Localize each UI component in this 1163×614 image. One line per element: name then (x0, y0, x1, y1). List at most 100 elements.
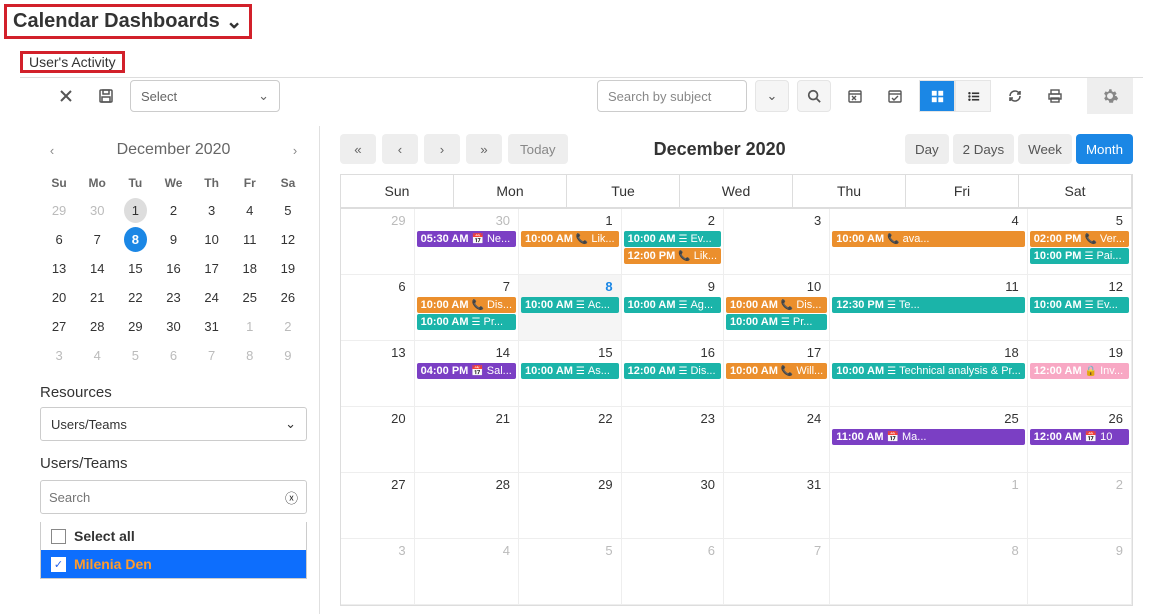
calendar-event[interactable]: 10:00 AM☰Technical analysis & Pr... (832, 363, 1025, 379)
resources-dropdown[interactable]: Users/Teams ⌄ (40, 407, 307, 441)
cal-prev-button[interactable]: ‹ (382, 134, 418, 164)
mini-day-cell[interactable]: 7 (78, 225, 116, 254)
calendar-cell[interactable]: 30 (622, 473, 724, 539)
calendar-event[interactable]: 12:00 AM🔒Inv... (1030, 363, 1129, 379)
calendar-cell[interactable]: 210:00 AM☰Ev...12:00 PM📞Lik... (622, 209, 724, 275)
mini-day-cell[interactable]: 5 (269, 196, 307, 225)
mini-day-cell[interactable]: 25 (231, 283, 269, 312)
select-all-row[interactable]: Select all (41, 522, 306, 550)
calendar-cell[interactable]: 6 (341, 275, 415, 341)
mini-day-cell[interactable]: 24 (193, 283, 231, 312)
select-all-checkbox[interactable] (51, 529, 66, 544)
search-dropdown-button[interactable]: ⌄ (755, 80, 789, 112)
calendar-cell[interactable]: 1810:00 AM☰Technical analysis & Pr... (830, 341, 1028, 407)
mini-day-cell[interactable]: 3 (40, 341, 78, 370)
mini-day-cell[interactable]: 9 (154, 225, 192, 254)
calendar-event[interactable]: 10:00 AM📞Will... (726, 363, 827, 379)
calendar-event[interactable]: 10:00 PM☰Pai... (1030, 248, 1129, 264)
calendar-event[interactable]: 10:00 AM☰Pr... (726, 314, 827, 330)
calendar-cell[interactable]: 21 (415, 407, 519, 473)
calendar-cell[interactable]: 2612:00 AM📅10 (1028, 407, 1132, 473)
calendar-cell[interactable]: 810:00 AM☰Ac... (519, 275, 622, 341)
calendar-cell[interactable]: 1510:00 AM☰As... (519, 341, 622, 407)
mini-day-cell[interactable]: 4 (78, 341, 116, 370)
calendar-cell[interactable]: 1210:00 AM☰Ev... (1028, 275, 1132, 341)
mini-day-cell[interactable]: 8 (116, 225, 154, 254)
mini-day-cell[interactable]: 3 (193, 196, 231, 225)
calendar-event[interactable]: 02:00 PM📞Ver... (1030, 231, 1129, 247)
view-2-days-button[interactable]: 2 Days (953, 134, 1014, 164)
mini-day-cell[interactable]: 14 (78, 254, 116, 283)
calendar-cell[interactable]: 8 (830, 539, 1028, 605)
settings-button[interactable] (1087, 78, 1133, 114)
calendar-remove-icon[interactable] (839, 80, 871, 112)
calendar-cell[interactable]: 1612:00 AM☰Dis... (622, 341, 724, 407)
calendar-cell[interactable]: 3 (341, 539, 415, 605)
filter-select[interactable]: Select ⌄ (130, 80, 280, 112)
mini-next-button[interactable]: › (283, 138, 307, 162)
calendar-cell[interactable]: 502:00 PM📞Ver...10:00 PM☰Pai... (1028, 209, 1132, 275)
calendar-cell[interactable]: 2 (1028, 473, 1132, 539)
mini-day-cell[interactable]: 29 (116, 312, 154, 341)
calendar-cell[interactable]: 4 (415, 539, 519, 605)
calendar-event[interactable]: 10:00 AM☰Pr... (417, 314, 516, 330)
mini-day-cell[interactable]: 29 (40, 196, 78, 225)
search-button[interactable] (797, 80, 831, 112)
calendar-cell[interactable]: 1112:30 PM☰Te... (830, 275, 1028, 341)
mini-day-cell[interactable]: 8 (231, 341, 269, 370)
calendar-event[interactable]: 10:00 AM☰Ev... (624, 231, 721, 247)
mini-day-cell[interactable]: 18 (231, 254, 269, 283)
mini-day-cell[interactable]: 1 (231, 312, 269, 341)
calendar-cell[interactable]: 31 (724, 473, 830, 539)
calendar-event[interactable]: 12:30 PM☰Te... (832, 297, 1025, 313)
calendar-event[interactable]: 10:00 AM☰Ag... (624, 297, 721, 313)
mini-day-cell[interactable]: 17 (193, 254, 231, 283)
mini-day-cell[interactable]: 2 (269, 312, 307, 341)
mini-day-cell[interactable]: 16 (154, 254, 192, 283)
calendar-cell[interactable]: 23 (622, 407, 724, 473)
mini-day-cell[interactable]: 28 (78, 312, 116, 341)
mini-day-cell[interactable]: 5 (116, 341, 154, 370)
page-title[interactable]: Calendar Dashboards ⌄ (13, 9, 243, 34)
user-checkbox[interactable]: ✓ (51, 557, 66, 572)
view-day-button[interactable]: Day (905, 134, 949, 164)
calendar-cell[interactable]: 22 (519, 407, 622, 473)
users-search-field[interactable] (49, 490, 285, 505)
active-tab[interactable]: User's Activity (29, 54, 116, 70)
mini-day-cell[interactable]: 22 (116, 283, 154, 312)
calendar-cell[interactable]: 9 (1028, 539, 1132, 605)
view-month-button[interactable]: Month (1076, 134, 1133, 164)
mini-day-cell[interactable]: 30 (154, 312, 192, 341)
calendar-cell[interactable]: 910:00 AM☰Ag... (622, 275, 724, 341)
calendar-cell[interactable]: 1 (830, 473, 1028, 539)
calendar-check-icon[interactable] (879, 80, 911, 112)
mini-day-cell[interactable]: 23 (154, 283, 192, 312)
calendar-event[interactable]: 10:00 AM📞ava... (832, 231, 1025, 247)
calendar-event[interactable]: 10:00 AM☰As... (521, 363, 619, 379)
view-week-button[interactable]: Week (1018, 134, 1072, 164)
calendar-cell[interactable]: 110:00 AM📞Lik... (519, 209, 622, 275)
mini-day-cell[interactable]: 30 (78, 196, 116, 225)
calendar-cell[interactable]: 20 (341, 407, 415, 473)
mini-day-cell[interactable]: 13 (40, 254, 78, 283)
mini-day-cell[interactable]: 27 (40, 312, 78, 341)
calendar-cell[interactable]: 27 (341, 473, 415, 539)
calendar-cell[interactable]: 1710:00 AM📞Will... (724, 341, 830, 407)
mini-day-cell[interactable]: 9 (269, 341, 307, 370)
search-input[interactable]: Search by subject (597, 80, 747, 112)
calendar-event[interactable]: 10:00 AM☰Ev... (1030, 297, 1129, 313)
mini-day-cell[interactable]: 6 (154, 341, 192, 370)
mini-day-cell[interactable]: 7 (193, 341, 231, 370)
calendar-event[interactable]: 10:00 AM📞Dis... (417, 297, 516, 313)
calendar-cell[interactable]: 710:00 AM📞Dis...10:00 AM☰Pr... (415, 275, 519, 341)
mini-day-cell[interactable]: 26 (269, 283, 307, 312)
calendar-cell[interactable]: 3 (724, 209, 830, 275)
calendar-cell[interactable]: 28 (415, 473, 519, 539)
mini-day-cell[interactable]: 1 (116, 196, 154, 225)
mini-day-cell[interactable]: 4 (231, 196, 269, 225)
calendar-event[interactable]: 12:00 PM📞Lik... (624, 248, 721, 264)
calendar-event[interactable]: 12:00 AM☰Dis... (624, 363, 721, 379)
mini-day-cell[interactable]: 6 (40, 225, 78, 254)
mini-prev-button[interactable]: ‹ (40, 138, 64, 162)
mini-day-cell[interactable]: 31 (193, 312, 231, 341)
